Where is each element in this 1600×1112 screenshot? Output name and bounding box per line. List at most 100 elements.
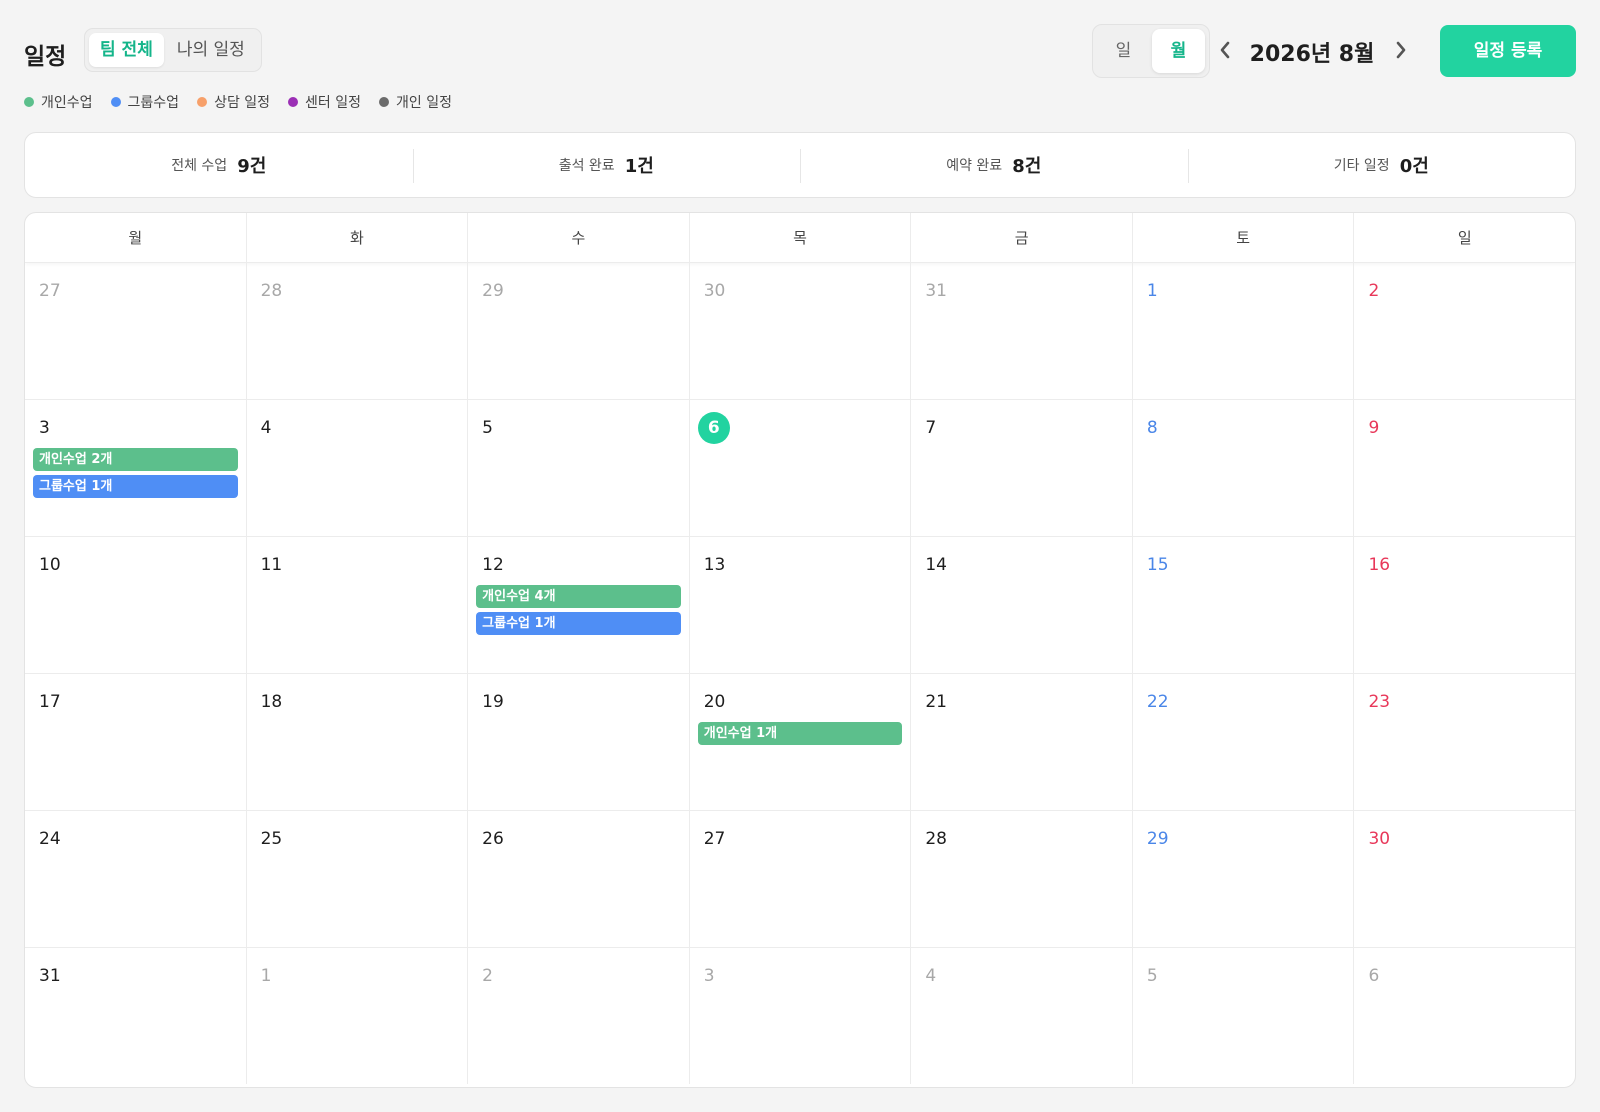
day-cell[interactable]: 10 (25, 537, 246, 673)
tab-team-all[interactable]: 팀 전체 (89, 33, 164, 67)
event-group-lesson[interactable]: 그룹수업 1개 (476, 612, 681, 635)
day-cell[interactable]: 30 (688, 263, 911, 399)
view-day-button[interactable]: 일 (1097, 29, 1150, 73)
today-day-number: 6 (697, 412, 730, 444)
day-cell[interactable]: 2 (467, 948, 689, 1084)
day-number: 27 (703, 829, 726, 849)
day-cell[interactable]: 27 (25, 263, 246, 399)
day-cell[interactable]: 31 (25, 948, 246, 1084)
week-row: 31 1 2 3 4 5 6 (25, 948, 1575, 1084)
day-cell[interactable]: 23 (1353, 674, 1575, 810)
event-group-lesson[interactable]: 그룹수업 1개 (33, 475, 238, 498)
legend-label: 센터 일정 (305, 95, 362, 111)
prev-month-button[interactable] (1210, 34, 1240, 66)
stat-other-schedules: 기타 일정 0건 (1187, 133, 1576, 197)
week-row: 10 11 12 개인수업 4개그룹수업 1개 13 14 15 16 (25, 537, 1575, 674)
day-cell[interactable]: 1 (1131, 263, 1354, 399)
day-number: 9 (1368, 418, 1380, 438)
event-personal-lesson[interactable]: 개인수업 2개 (33, 448, 238, 471)
day-number: 20 (703, 692, 726, 712)
day-cell[interactable]: 15 (1131, 537, 1354, 673)
tab-my-schedule[interactable]: 나의 일정 (166, 33, 256, 67)
legend-item-group-lesson: 그룹수업 (110, 92, 179, 112)
day-cell[interactable]: 13 (688, 537, 911, 673)
day-number: 31 (39, 966, 61, 986)
event-list: 개인수업 1개 (697, 722, 903, 745)
day-cell[interactable]: 6 (688, 400, 911, 536)
day-cell[interactable]: 22 (1131, 674, 1354, 810)
day-number: 23 (1368, 692, 1391, 712)
scope-tabs: 팀 전체 나의 일정 (84, 28, 262, 72)
day-cell[interactable]: 30 (1353, 811, 1575, 947)
day-number: 12 (482, 555, 504, 575)
weekday-label: 토 (1131, 213, 1354, 262)
day-cell[interactable]: 6 (1353, 948, 1575, 1084)
day-cell[interactable]: 27 (688, 811, 911, 947)
add-schedule-button[interactable]: 일정 등록 (1440, 25, 1576, 77)
day-number: 25 (260, 829, 283, 849)
week-row: 24 25 26 27 28 29 30 (25, 811, 1575, 948)
day-cell[interactable]: 25 (245, 811, 468, 947)
day-cell[interactable]: 18 (245, 674, 468, 810)
day-cell[interactable]: 24 (25, 811, 246, 947)
day-cell[interactable]: 26 (467, 811, 689, 947)
chevron-left-icon (1220, 41, 1230, 59)
stat-value: 0건 (1399, 156, 1429, 177)
month-calendar: 월 화 수 목 금 토 일 27 28 29 30 31 1 2 3 개인수업 2개 그룹수업 1… (24, 212, 1576, 1088)
day-number: 2 (1368, 281, 1380, 301)
event-personal-lesson[interactable]: 개인수업 4개 (476, 585, 681, 608)
day-cell[interactable]: 3 개인수업 2개 그룹수업 1개 (25, 400, 246, 536)
day-cell[interactable]: 29 (467, 263, 689, 399)
stat-value: 1건 (624, 156, 654, 177)
day-cell[interactable]: 17 (25, 674, 246, 810)
stat-reservation-done: 예약 완료 8건 (800, 133, 1188, 197)
day-cell[interactable]: 19 (467, 674, 689, 810)
day-cell[interactable]: 9 (1353, 400, 1575, 536)
day-number: 27 (39, 281, 61, 301)
day-number: 10 (39, 555, 61, 575)
weekday-header: 월 화 수 목 금 토 일 (25, 213, 1575, 263)
legend-item-center: 센터 일정 (288, 92, 361, 112)
day-cell[interactable]: 20 개인수업 1개 (688, 674, 911, 810)
day-number: 3 (703, 966, 715, 986)
calendar-weeks: 27 28 29 30 31 1 2 3 개인수업 2개 그룹수업 1개 4 5 6 7 8 9 10 11 12 개… (25, 263, 1575, 1084)
day-number: 1 (260, 966, 272, 986)
day-cell[interactable]: 8 (1131, 400, 1354, 536)
day-cell[interactable]: 11 (245, 537, 468, 673)
legend-dot (110, 97, 121, 107)
day-cell[interactable]: 4 (245, 400, 468, 536)
view-month-button[interactable]: 월 (1152, 29, 1205, 73)
week-row: 3 개인수업 2개 그룹수업 1개 4 5 6 7 8 9 (25, 400, 1575, 537)
day-cell[interactable]: 3 (688, 948, 911, 1084)
legend-item-personal-schedule: 개인 일정 (379, 92, 452, 112)
next-month-button[interactable] (1386, 34, 1416, 66)
week-row: 17 18 19 20 개인수업 1개 21 22 23 (25, 674, 1575, 811)
day-cell[interactable]: 12 개인수업 4개그룹수업 1개 (467, 537, 689, 673)
day-cell[interactable]: 1 (245, 948, 468, 1084)
day-cell[interactable]: 5 (1131, 948, 1354, 1084)
day-number: 11 (260, 555, 283, 575)
day-number: 26 (482, 829, 504, 849)
day-number: 29 (1146, 829, 1169, 849)
day-number: 4 (925, 966, 937, 986)
day-cell[interactable]: 16 (1353, 537, 1575, 673)
day-number: 5 (1146, 966, 1158, 986)
page-title: 일정 (24, 44, 67, 70)
chevron-right-icon (1396, 41, 1406, 59)
week-row: 27 28 29 30 31 1 2 (25, 263, 1575, 400)
day-number: 15 (1146, 555, 1169, 575)
legend-item-personal-lesson: 개인수업 (24, 92, 93, 112)
legend-dot (288, 97, 299, 107)
day-cell[interactable]: 7 (910, 400, 1132, 536)
day-cell[interactable]: 28 (910, 811, 1132, 947)
day-cell[interactable]: 2 (1353, 263, 1575, 399)
day-cell[interactable]: 29 (1131, 811, 1354, 947)
day-cell[interactable]: 5 (467, 400, 689, 536)
day-cell[interactable]: 14 (910, 537, 1132, 673)
day-cell[interactable]: 21 (910, 674, 1132, 810)
day-cell[interactable]: 28 (245, 263, 468, 399)
event-personal-lesson[interactable]: 개인수업 1개 (697, 722, 903, 745)
day-cell[interactable]: 4 (910, 948, 1132, 1084)
day-cell[interactable]: 31 (910, 263, 1132, 399)
day-number: 6 (1368, 966, 1380, 986)
